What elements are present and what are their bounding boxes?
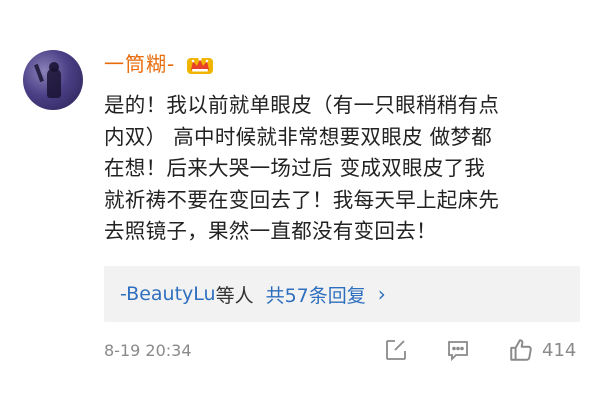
like-button[interactable]: 414 — [508, 336, 576, 364]
reply-others-label: 等人 — [215, 284, 254, 307]
avatar[interactable] — [23, 50, 83, 110]
comment-button[interactable] — [446, 336, 470, 364]
replies-summary[interactable]: -BeautyLu 等人 共57条回复 › — [104, 266, 580, 322]
crown-badge-icon[interactable] — [185, 52, 215, 76]
comment-text: 是的！我以前就单眼皮（有一只眼稍稍有点 内双） 高中时候就非常想要双眼皮 做梦都… — [104, 90, 592, 248]
comment-line: 就祈祷不要在变回去了！我每天早上起床先 — [104, 187, 500, 212]
comment-timestamp: 8-19 20:34 — [104, 341, 192, 360]
reply-count-link[interactable]: 共57条回复 — [266, 281, 366, 308]
comment-line: 在想！后来大哭一场过后 变成双眼皮了我 — [104, 156, 486, 180]
comment-line: 是的！我以前就单眼皮（有一只眼稍稍有点 — [104, 93, 500, 117]
edit-repost-icon — [386, 340, 406, 360]
repost-button[interactable] — [384, 336, 408, 364]
avatar-figure-body — [47, 68, 61, 98]
reply-user-link[interactable]: -BeautyLu — [120, 283, 216, 305]
like-count: 414 — [542, 339, 577, 361]
comment-line: 内双） 高中时候就非常想要双眼皮 做梦都 — [104, 124, 493, 149]
chevron-right-icon: › — [377, 282, 386, 306]
comment-icon — [448, 341, 468, 362]
avatar-figure-arm — [34, 63, 44, 83]
thumbs-up-icon — [510, 339, 532, 361]
username[interactable]: 一筒糊- — [104, 51, 175, 77]
comment-line: 去照镜子，果然一直都没有变回去！ — [104, 219, 437, 243]
